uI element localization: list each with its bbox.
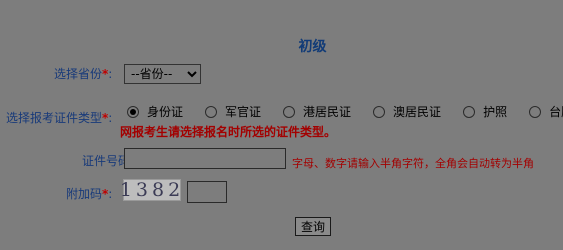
cert-number-hint: 字母、数字请输入半角字符，全角会自动转为半角 (292, 157, 534, 170)
radio-label-hk-resident: 港居民证 (303, 105, 352, 119)
label-separator: : (108, 67, 113, 81)
page-title: 初级 (298, 39, 327, 55)
radio-label-passport: 护照 (483, 105, 508, 119)
radio-label-id-card: 身份证 (147, 105, 184, 119)
radio-cert-passport[interactable] (463, 105, 476, 118)
captcha-image[interactable]: 1382 (119, 179, 185, 201)
cert-number-input[interactable] (124, 148, 286, 169)
radio-label-macau-resident: 澳居民证 (393, 105, 442, 119)
cert-type-label-row: 选择报考证件类型*: (6, 109, 112, 126)
captcha-label: 附加码 (66, 187, 103, 201)
province-label-row: 选择省份*: (54, 65, 112, 82)
province-label: 选择省份 (54, 67, 103, 81)
captcha-label-row: 附加码*: (66, 185, 112, 202)
captcha-input[interactable] (187, 181, 227, 203)
label-separator: : (108, 187, 113, 201)
cert-type-label: 选择报考证件类型 (6, 111, 103, 125)
radio-cert-macau-resident[interactable] (373, 105, 386, 118)
cert-type-notice: 网报考生请选择报名时所选的证件类型。 (120, 125, 337, 139)
cert-type-radio-group: 身份证 军官证 港居民证 澳居民证 护照 台胞证 (127, 103, 563, 120)
radio-cert-taiwan[interactable] (529, 105, 542, 118)
radio-label-taiwan: 台胞证 (549, 105, 563, 119)
query-button[interactable]: 查询 (295, 217, 332, 236)
radio-cert-hk-resident[interactable] (283, 105, 296, 118)
cert-number-label: 证件号码 (82, 154, 131, 168)
province-select[interactable]: --省份-- (124, 64, 201, 84)
label-separator: : (108, 111, 113, 125)
radio-cert-id-card[interactable] (127, 105, 139, 118)
radio-cert-officer[interactable] (205, 105, 218, 118)
radio-label-officer: 军官证 (225, 105, 262, 119)
captcha-image-text: 1382 (119, 179, 185, 201)
